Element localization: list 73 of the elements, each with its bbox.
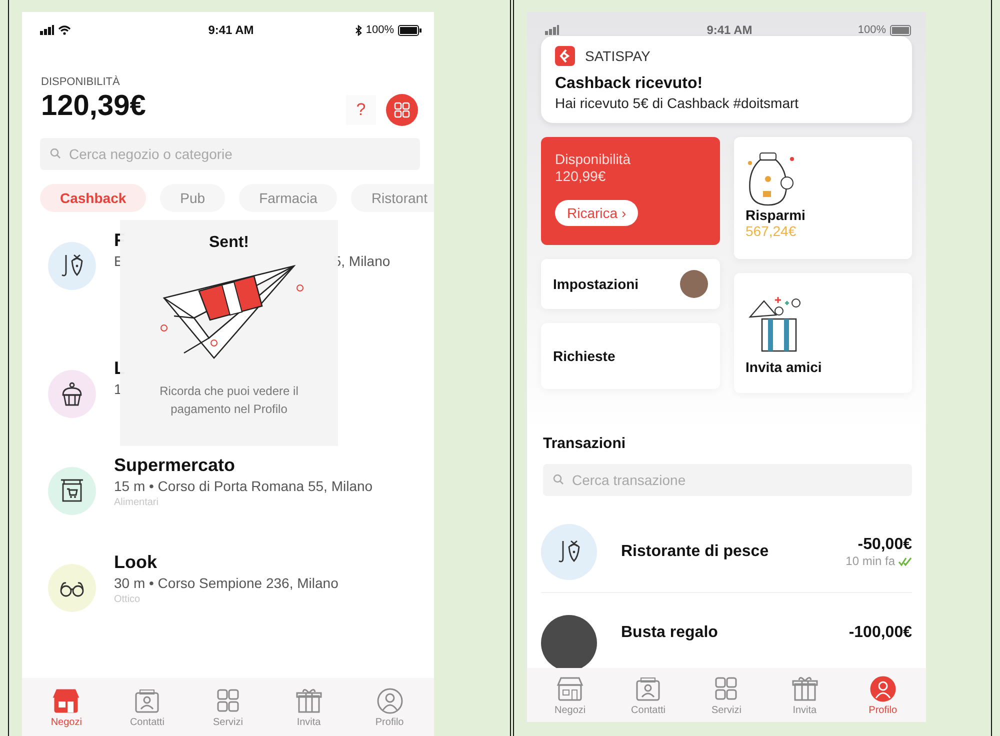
transaction-name: Ristorante di pesce — [621, 543, 770, 561]
store-icon — [51, 686, 82, 714]
balance-label: Disponibilità — [555, 151, 632, 167]
invite-card[interactable]: Invita amici — [734, 273, 912, 393]
battery-icon — [398, 24, 422, 36]
dialog-message: Ricorda che puoi vedere il pagamento nel Profilo — [158, 383, 300, 418]
search-field[interactable]: Cerca negozio o categorie — [40, 138, 420, 170]
profile-icon — [868, 674, 898, 702]
category-chip[interactable]: Cashback — [40, 184, 146, 212]
help-button[interactable]: ? — [346, 95, 376, 125]
gift-icon — [294, 686, 324, 714]
tile-label: Richieste — [553, 348, 616, 364]
settings-tile[interactable]: Impostazioni — [541, 259, 720, 309]
app-logo-icon — [555, 46, 575, 66]
shop-address: 30 m • Corso Sempione 236, Milano — [114, 575, 338, 591]
shop-address: 1 — [114, 381, 122, 397]
store-icon — [555, 674, 586, 702]
savings-amount: 567,24€ — [746, 223, 798, 239]
section-title: Transazioni — [542, 434, 627, 452]
category-chip[interactable]: Pub — [160, 184, 226, 212]
transaction-name: Busta regalo — [621, 624, 719, 642]
tab-bar-item[interactable]: Invita — [278, 686, 339, 728]
tab-bar-item[interactable]: Negozi — [36, 686, 96, 728]
tab-bar-item[interactable]: Invita — [774, 674, 835, 716]
tile-label: Invita amici — [746, 359, 823, 375]
category-chip[interactable]: Ristorant — [351, 184, 434, 212]
shop-name[interactable]: Look — [114, 552, 426, 573]
notification-app-name: SATISPAY — [585, 48, 650, 64]
signal-icon — [545, 25, 559, 35]
shop-address: E — [114, 253, 124, 269]
bluetooth-icon — [354, 24, 362, 36]
tab-bar-item[interactable]: Contatti — [618, 674, 678, 716]
tab-bar-item[interactable]: Servizi — [198, 686, 258, 728]
tab-bar-item[interactable]: Servizi — [696, 674, 756, 716]
balance-amount: 120,39€ — [41, 90, 147, 122]
search-field[interactable]: Cerca transazione — [543, 464, 912, 496]
signal-icon — [40, 25, 54, 35]
shop-address: 15 m • Corso di Porta Romana 55, Milano — [114, 478, 373, 494]
battery-percentage: 100% — [366, 24, 394, 36]
transaction-amount: -100,00€ — [848, 624, 912, 642]
gift-icon — [790, 674, 820, 702]
shop-category: Ottico — [114, 594, 142, 605]
tab-bar-item[interactable]: Negozi — [540, 674, 600, 716]
notification-body: Hai ricevuto 5€ di Cashback #doitsmart — [555, 95, 800, 111]
transaction-time: 10 min fa — [846, 554, 895, 568]
shop-category: Alimentari — [114, 497, 160, 508]
battery-icon — [890, 24, 914, 36]
wifi-icon — [58, 25, 71, 35]
battery-percentage: 100% — [858, 24, 886, 36]
grid-icon — [394, 102, 410, 118]
tab-bar-item[interactable]: Profilo — [360, 686, 420, 728]
grid-button[interactable] — [386, 94, 418, 126]
requests-tile[interactable]: Richieste — [541, 323, 720, 389]
transaction-amount: -50,00€ — [858, 536, 912, 554]
profile-icon — [374, 686, 405, 714]
shop-name[interactable]: Supermercato — [114, 455, 426, 476]
savings-card[interactable]: Risparmi 567,24€ — [734, 137, 912, 259]
avatar — [541, 615, 597, 668]
tile-label: Risparmi — [746, 207, 806, 223]
category-chip[interactable]: Farmacia — [239, 184, 338, 212]
status-time: 9:41 AM — [208, 23, 254, 37]
notification-banner[interactable]: SATISPAY Cashback ricevuto! Hai ricevuto 5€ di Cashback #doitsmart — [541, 36, 912, 123]
dialog-title: Sent! — [209, 234, 249, 252]
tile-label: Impostazioni — [553, 276, 639, 292]
tab-bar-item[interactable]: Contatti — [117, 686, 178, 728]
avatar — [680, 270, 708, 298]
balance-card[interactable]: Disponibilità 120,99€ Ricarica › — [541, 137, 720, 245]
balance-amount: 120,99€ — [555, 168, 607, 184]
status-time: 9:41 AM — [706, 23, 752, 37]
recharge-button[interactable]: Ricarica › — [555, 200, 638, 226]
balance-label: DISPONIBILITÀ — [41, 76, 121, 88]
notification-title: Cashback ricevuto! — [555, 75, 704, 93]
tab-bar-item[interactable]: Profilo — [852, 674, 913, 716]
